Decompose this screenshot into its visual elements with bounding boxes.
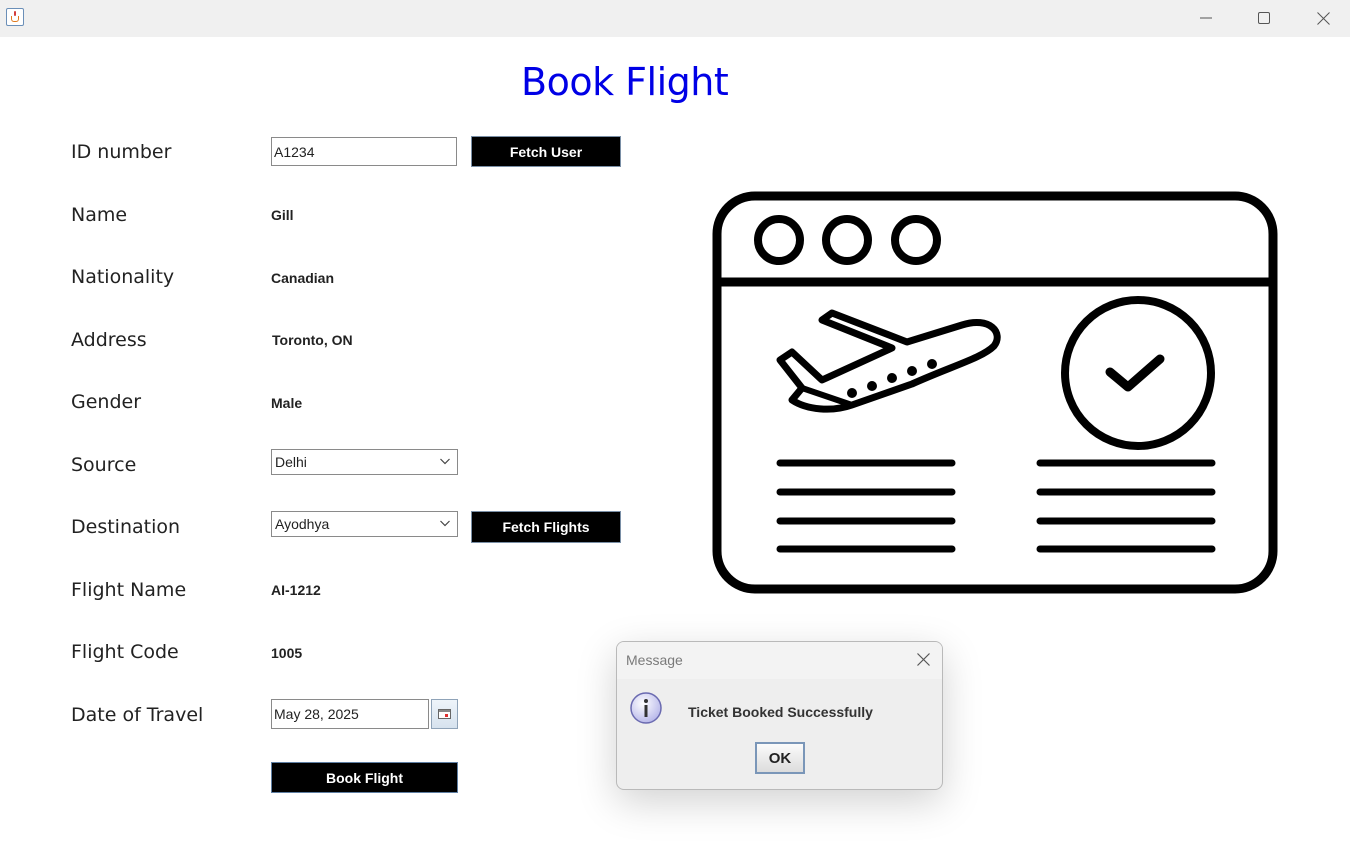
maximize-icon (1258, 12, 1270, 24)
airplane-icon (776, 309, 1001, 413)
close-button[interactable] (1300, 0, 1346, 36)
date-of-travel-label: Date of Travel (71, 704, 204, 726)
name-value: Gill (271, 207, 294, 223)
ok-button-label: OK (768, 749, 792, 767)
destination-select[interactable]: Ayodhya (271, 511, 458, 537)
page-title: Book Flight (521, 60, 729, 104)
flight-name-value: AI-1212 (271, 582, 321, 598)
java-cup-icon[interactable] (6, 8, 24, 26)
book-flight-button[interactable]: Book Flight (271, 762, 458, 793)
dialog-titlebar: Message (617, 642, 942, 679)
maximize-button[interactable] (1241, 0, 1287, 36)
destination-selected-value: Ayodhya (275, 516, 330, 532)
source-selected-value: Delhi (275, 454, 307, 470)
flight-name-label: Flight Name (71, 579, 187, 601)
calendar-button[interactable] (431, 699, 458, 729)
nationality-label: Nationality (71, 266, 175, 288)
address-label: Address (71, 329, 147, 351)
message-dialog: Message Ticket Booked Successfully OK (616, 641, 943, 790)
id-number-label: ID number (71, 141, 172, 163)
minimize-icon (1200, 17, 1212, 19)
nationality-value: Canadian (271, 270, 335, 286)
flight-code-label: Flight Code (71, 641, 179, 663)
source-select[interactable]: Delhi (271, 449, 458, 475)
dialog-message: Ticket Booked Successfully (688, 704, 873, 720)
flight-code-value: 1005 (271, 645, 303, 661)
chevron-down-icon (440, 520, 450, 527)
calendar-icon (438, 709, 451, 719)
gender-value: Male (271, 395, 303, 411)
info-icon (630, 692, 662, 724)
flight-booking-illustration (712, 191, 1278, 594)
name-label: Name (71, 204, 128, 226)
id-number-input[interactable] (271, 137, 457, 166)
fetch-user-button[interactable]: Fetch User (471, 136, 621, 167)
close-icon (1316, 11, 1330, 25)
destination-label: Destination (71, 516, 181, 538)
address-value: Toronto, ON (272, 332, 353, 348)
minimize-button[interactable] (1183, 0, 1229, 36)
ok-button[interactable]: OK (755, 742, 805, 774)
window-titlebar (0, 0, 1350, 37)
close-icon[interactable] (917, 653, 930, 666)
gender-label: Gender (71, 391, 142, 413)
dialog-title: Message (626, 652, 683, 668)
check-circle-icon (1061, 296, 1215, 450)
chevron-down-icon (440, 458, 450, 465)
source-label: Source (71, 454, 137, 476)
date-of-travel-input[interactable] (271, 699, 429, 729)
fetch-flights-button[interactable]: Fetch Flights (471, 511, 621, 543)
